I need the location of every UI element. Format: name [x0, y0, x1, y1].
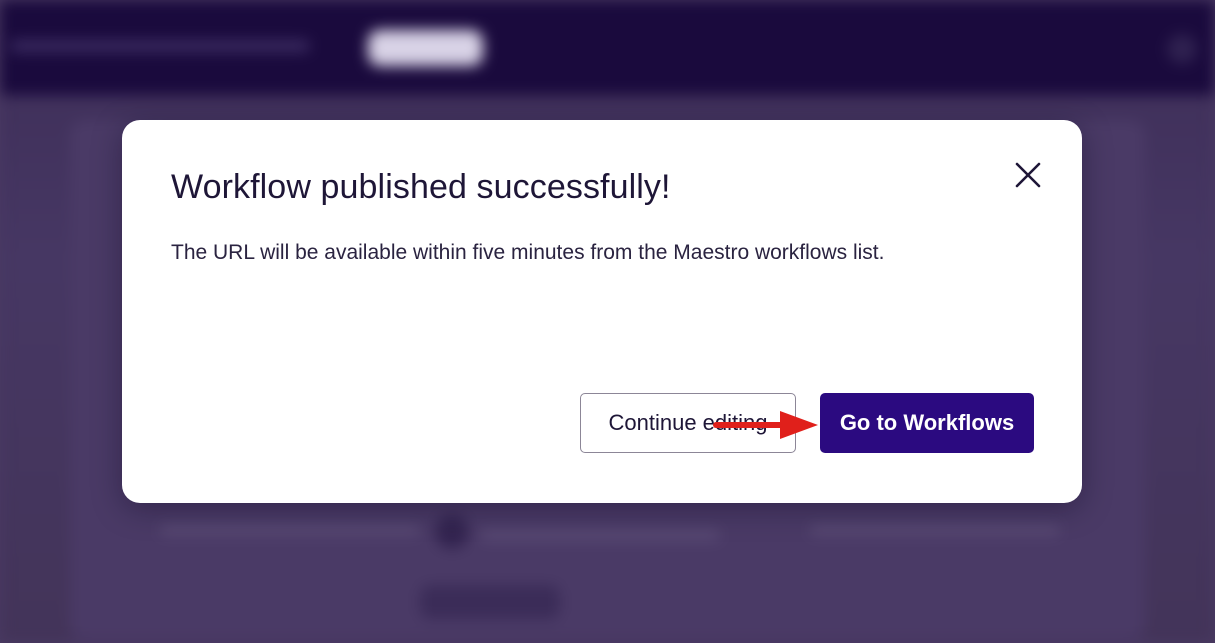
- close-icon: [1008, 156, 1048, 196]
- publish-success-dialog: Workflow published successfully! The URL…: [122, 120, 1082, 503]
- background-row: [480, 530, 720, 540]
- go-to-workflows-button[interactable]: Go to Workflows: [820, 393, 1034, 453]
- continue-editing-button[interactable]: Continue editing: [580, 393, 796, 453]
- background-circle: [435, 515, 469, 549]
- dialog-title: Workflow published successfully!: [171, 168, 671, 206]
- header-pill: [368, 30, 483, 66]
- background-button: [420, 585, 560, 619]
- background-row: [160, 525, 420, 535]
- avatar: [1167, 34, 1197, 64]
- dialog-message: The URL will be available within five mi…: [171, 241, 885, 264]
- background-row: [810, 525, 1060, 535]
- app-logo: [10, 40, 310, 52]
- close-button[interactable]: [1008, 156, 1048, 196]
